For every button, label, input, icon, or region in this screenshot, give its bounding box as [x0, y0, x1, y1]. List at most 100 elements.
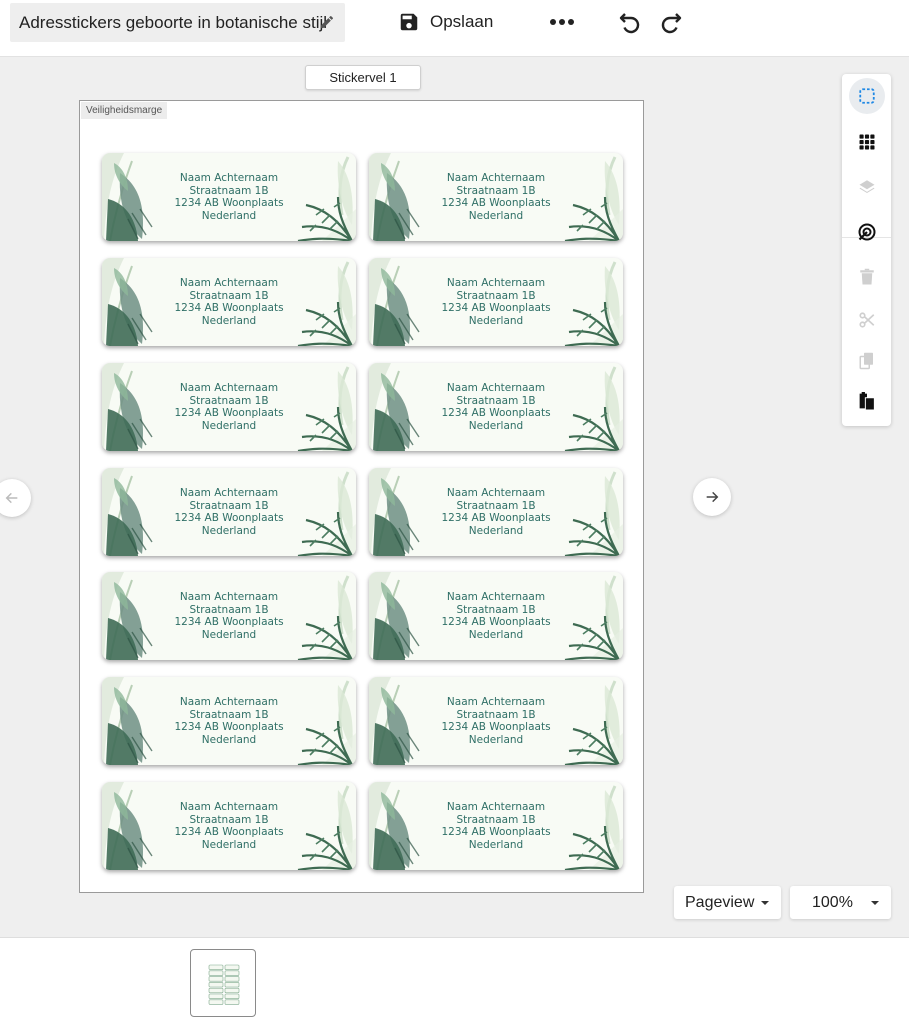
- zoom-dropdown[interactable]: 100%: [790, 886, 891, 919]
- address-sticker[interactable]: Naam Achternaam Straatnaam 1B 1234 AB Wo…: [369, 258, 623, 346]
- floppy-disk-icon: [400, 13, 418, 31]
- address-text-block: Naam Achternaam Straatnaam 1B 1234 AB Wo…: [162, 591, 296, 641]
- address-street: Straatnaam 1B: [189, 184, 269, 197]
- address-sticker[interactable]: Naam Achternaam Straatnaam 1B 1234 AB Wo…: [102, 258, 356, 346]
- next-page-button[interactable]: [693, 478, 731, 516]
- mini-sticker: [208, 964, 224, 970]
- address-name: Naam Achternaam: [179, 591, 279, 603]
- address-street: Straatnaam 1B: [456, 289, 536, 302]
- address-street: Straatnaam 1B: [456, 499, 536, 512]
- layers-tool-button[interactable]: [842, 167, 891, 207]
- mini-sticker: [208, 970, 224, 976]
- cut-tool-button[interactable]: [842, 300, 891, 340]
- mini-sticker: [208, 976, 224, 982]
- address-text-block: Naam Achternaam Straatnaam 1B 1234 AB Wo…: [162, 277, 296, 327]
- address-sticker[interactable]: Naam Achternaam Straatnaam 1B 1234 AB Wo…: [369, 153, 623, 241]
- address-text-block: Naam Achternaam Straatnaam 1B 1234 AB Wo…: [162, 801, 296, 851]
- right-toolbar: [842, 74, 891, 426]
- address-street: Straatnaam 1B: [189, 394, 269, 407]
- previous-page-button[interactable]: [0, 479, 31, 517]
- document-title[interactable]: Adresstickers geboorte in botanische sti…: [19, 13, 327, 33]
- address-text-block: Naam Achternaam Straatnaam 1B 1234 AB Wo…: [162, 172, 296, 222]
- address-sticker[interactable]: Naam Achternaam Straatnaam 1B 1234 AB Wo…: [102, 363, 356, 451]
- redo-icon[interactable]: [659, 10, 683, 34]
- address-sticker[interactable]: Naam Achternaam Straatnaam 1B 1234 AB Wo…: [369, 468, 623, 556]
- mini-sticker: [208, 993, 224, 999]
- address-sticker[interactable]: Naam Achternaam Straatnaam 1B 1234 AB Wo…: [102, 677, 356, 765]
- address-text-block: Naam Achternaam Straatnaam 1B 1234 AB Wo…: [429, 382, 563, 432]
- page-thumbnail[interactable]: [190, 949, 256, 1017]
- address-name: Naam Achternaam: [446, 801, 546, 813]
- address-country: Nederland: [201, 419, 257, 432]
- address-name: Naam Achternaam: [179, 801, 279, 813]
- document-title-box[interactable]: Adresstickers geboorte in botanische sti…: [10, 3, 345, 42]
- mini-sticker: [224, 982, 240, 988]
- address-street: Straatnaam 1B: [456, 708, 536, 721]
- address-sticker[interactable]: Naam Achternaam Straatnaam 1B 1234 AB Wo…: [369, 782, 623, 870]
- address-city: 1234 AB Woonplaats: [174, 826, 284, 839]
- address-sticker[interactable]: Naam Achternaam Straatnaam 1B 1234 AB Wo…: [102, 572, 356, 660]
- address-sticker[interactable]: Naam Achternaam Straatnaam 1B 1234 AB Wo…: [102, 468, 356, 556]
- scissors-icon: [858, 312, 874, 328]
- address-sticker[interactable]: Naam Achternaam Straatnaam 1B 1234 AB Wo…: [369, 572, 623, 660]
- mini-sticker: [224, 999, 240, 1005]
- address-street: Straatnaam 1B: [189, 289, 269, 302]
- address-text-block: Naam Achternaam Straatnaam 1B 1234 AB Wo…: [429, 172, 563, 222]
- undo-icon[interactable]: [618, 10, 642, 34]
- view-mode-label: Pageview: [685, 893, 755, 911]
- safety-margin-label: Veiligheidsmarge: [81, 102, 168, 119]
- chevron-down-icon: [871, 900, 879, 905]
- address-city: 1234 AB Woonplaats: [441, 512, 551, 525]
- mini-sticker: [208, 987, 224, 994]
- copy-tool-button[interactable]: [842, 341, 891, 381]
- view-mode-dropdown[interactable]: Pageview: [674, 886, 781, 919]
- grid-tool-button[interactable]: [842, 122, 891, 162]
- target-tool-button[interactable]: [842, 212, 891, 252]
- zoom-label: 100%: [812, 893, 853, 911]
- address-name: Naam Achternaam: [446, 277, 546, 289]
- copy-icon: [859, 352, 873, 370]
- mini-sticker: [208, 982, 224, 988]
- address-text-block: Naam Achternaam Straatnaam 1B 1234 AB Wo…: [429, 277, 563, 327]
- save-button[interactable]: Opslaan: [398, 8, 493, 36]
- address-city: 1234 AB Woonplaats: [441, 616, 551, 629]
- address-name: Naam Achternaam: [179, 382, 279, 394]
- sticker-sheet-page: Veiligheidsmarge Naam Achternaam Straatn…: [79, 100, 644, 893]
- address-city: 1234 AB Woonplaats: [441, 197, 551, 210]
- address-city: 1234 AB Woonplaats: [441, 302, 551, 315]
- address-sticker[interactable]: Naam Achternaam Straatnaam 1B 1234 AB Wo…: [102, 153, 356, 241]
- address-text-block: Naam Achternaam Straatnaam 1B 1234 AB Wo…: [429, 591, 563, 641]
- address-city: 1234 AB Woonplaats: [174, 197, 284, 210]
- address-country: Nederland: [201, 524, 257, 537]
- address-text-block: Naam Achternaam Straatnaam 1B 1234 AB Wo…: [162, 382, 296, 432]
- layers-icon: [859, 180, 874, 193]
- page-thumbnail-strip: [0, 937, 909, 1025]
- mini-sticker: [224, 970, 240, 976]
- address-sticker[interactable]: Naam Achternaam Straatnaam 1B 1234 AB Wo…: [369, 363, 623, 451]
- address-country: Nederland: [468, 524, 524, 537]
- address-country: Nederland: [201, 209, 257, 222]
- address-street: Straatnaam 1B: [189, 813, 269, 826]
- select-tool-button[interactable]: [842, 76, 891, 116]
- paste-tool-button[interactable]: [842, 381, 891, 421]
- top-bar: Adresstickers geboorte in botanische sti…: [0, 0, 909, 57]
- address-text-block: Naam Achternaam Straatnaam 1B 1234 AB Wo…: [429, 696, 563, 746]
- more-options-icon[interactable]: [548, 10, 576, 34]
- address-text-block: Naam Achternaam Straatnaam 1B 1234 AB Wo…: [429, 487, 563, 537]
- address-country: Nederland: [201, 628, 257, 641]
- paste-icon: [859, 392, 875, 411]
- address-sticker[interactable]: Naam Achternaam Straatnaam 1B 1234 AB Wo…: [369, 677, 623, 765]
- address-street: Straatnaam 1B: [456, 813, 536, 826]
- edit-pencil-icon[interactable]: [319, 14, 335, 30]
- address-city: 1234 AB Woonplaats: [174, 616, 284, 629]
- delete-tool-button[interactable]: [842, 257, 891, 297]
- address-country: Nederland: [468, 733, 524, 746]
- address-sticker[interactable]: Naam Achternaam Straatnaam 1B 1234 AB Wo…: [102, 782, 356, 870]
- address-name: Naam Achternaam: [446, 382, 546, 394]
- address-text-block: Naam Achternaam Straatnaam 1B 1234 AB Wo…: [162, 696, 296, 746]
- sheet-tab[interactable]: Stickervel 1: [305, 65, 421, 90]
- chevron-down-icon: [761, 900, 769, 905]
- address-name: Naam Achternaam: [446, 591, 546, 603]
- address-country: Nederland: [468, 628, 524, 641]
- address-name: Naam Achternaam: [179, 696, 279, 708]
